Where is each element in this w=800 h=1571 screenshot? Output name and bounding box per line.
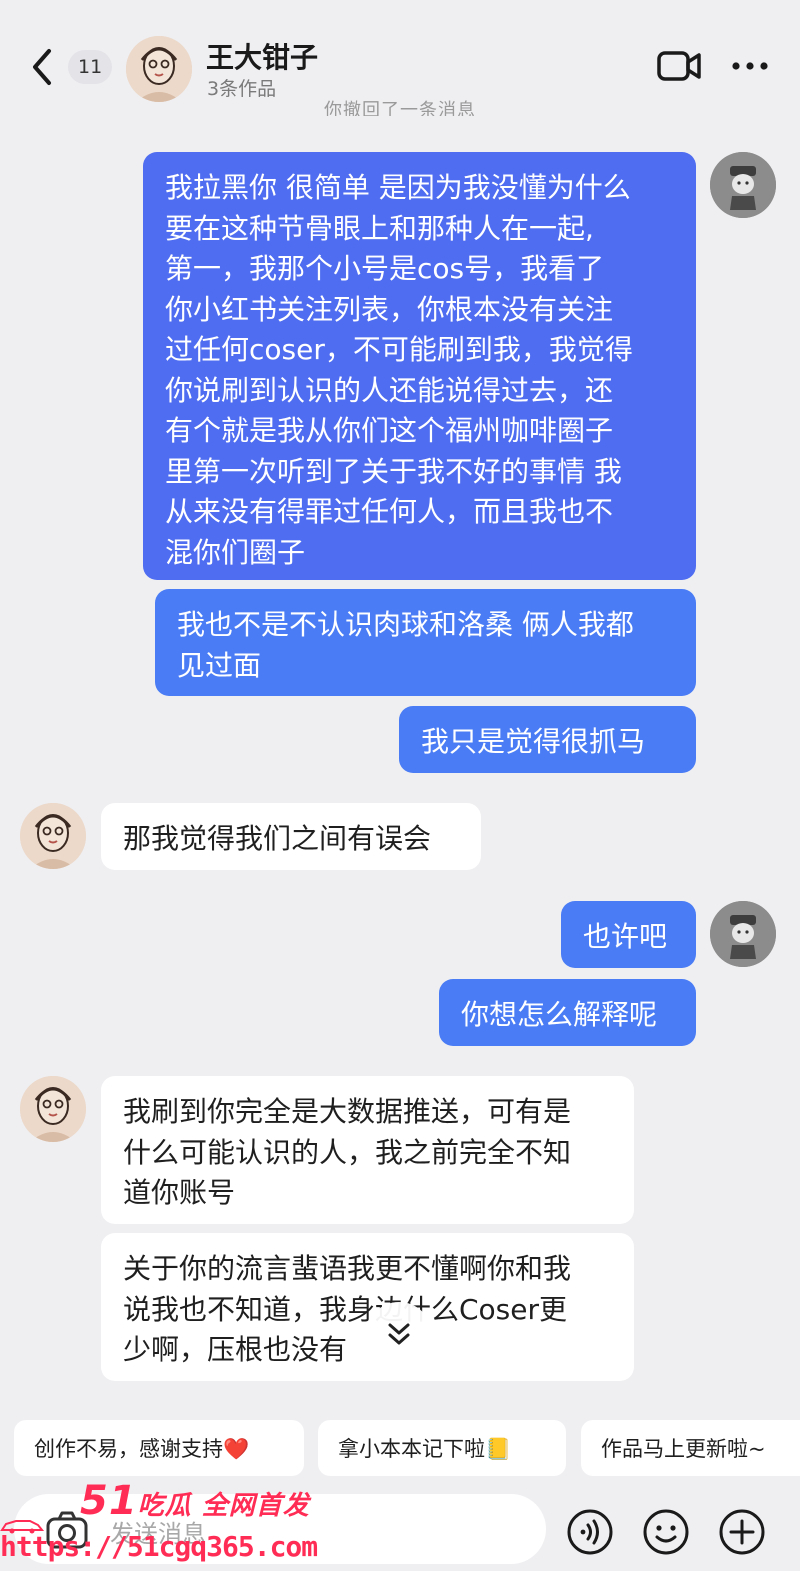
contact-avatar[interactable] [126,36,192,102]
chevron-left-icon [33,49,51,85]
my-avatar[interactable] [710,901,776,967]
contact-name: 王大钳子 [206,41,319,74]
message-text-line: 第一，我那个小号是cos号，我看了 [165,252,605,285]
scroll-to-latest-button[interactable] [366,1302,432,1368]
contact-message-avatar[interactable] [20,1076,86,1142]
smiley-face-icon [643,1509,689,1555]
message-text-line: 混你们圈子 [165,535,306,569]
message-text-line: 我刷到你完全是大数据推送，可有是 [123,1095,572,1128]
message-bubble-sent[interactable]: 也许吧 [561,901,696,968]
add-more-button[interactable] [718,1508,766,1556]
message-bubble-received[interactable]: 我刷到你完全是大数据推送，可有是 什么可能认识的人，我之前完全不知 道你账号 [101,1076,634,1224]
message-text-line: 关于你的流言蜚语我更不懂啊你和我 [123,1252,572,1285]
message-text-line: 我只是觉得很抓马 [421,725,646,758]
watermark-brand-number: 51 [80,1478,138,1524]
message-text-line: 道你账号 [123,1176,236,1209]
message-text-line: 从来没有得罪过任何人，而且我也不 [165,495,614,528]
message-text-line: 你说刷到认识的人还能说得过去，还 [165,373,614,407]
message-bubble-sent[interactable]: 我拉黑你 很简单 是因为我没懂为什么 要在这种节骨眼上和那种人在一起, 第一，我… [143,152,696,580]
message-text-line: 那我觉得我们之间有误会 [123,822,432,855]
quick-reply-chip[interactable]: 作品马上更新啦~ [581,1420,800,1476]
video-call-button[interactable] [656,48,702,84]
message-text-line: 过任何coser，不可能刷到我，我觉得 [165,333,633,366]
message-text-line: 你小红书关注列表，你根本没有关注 [165,292,614,326]
watermark-brand: 51吃瓜 全网首发 [80,1478,310,1524]
message-text-line: 有个就是我从你们这个福州咖啡圈子 [165,414,614,447]
illustrated-face-avatar-icon [20,1076,86,1142]
chat-header: 11 王大钳子 3条作品 [0,0,800,108]
chibi-character-icon [710,901,776,967]
unread-count-badge: 11 [68,50,113,84]
message-text-line: 你想怎么解释呢 [461,998,658,1031]
system-notice: 你撤回了一条消息 [324,100,476,116]
my-avatar[interactable] [710,152,776,218]
message-text-line: 我也不是不认识肉球和洛桑 俩人我都 [177,608,634,641]
back-button[interactable] [22,44,62,90]
message-bubble-received[interactable]: 关于你的流言蜚语我更不懂啊你和我 说我也不知道，我身边什么Coser更 少啊，压… [101,1233,634,1381]
quick-reply-chip[interactable]: 拿小本本记下啦📒 [318,1420,566,1476]
message-text-line: 里第一次听到了关于我不好的事情 我 [165,454,622,488]
emoji-button[interactable] [642,1508,690,1556]
quick-reply-chip[interactable]: 创作不易，感谢支持❤️ [14,1420,304,1476]
voice-input-button[interactable] [566,1508,614,1556]
illustrated-face-avatar-icon [20,803,86,869]
video-camera-icon [657,51,701,81]
message-bubble-received[interactable]: 那我觉得我们之间有误会 [101,803,481,870]
message-bubble-sent[interactable]: 我只是觉得很抓马 [399,706,696,773]
more-dots-icon [732,62,768,70]
watermark-url: https://51cgq365.com [0,1530,318,1563]
message-text-line: 见过面 [177,648,262,682]
message-text-line: 我拉黑你 很简单 是因为我没懂为什么 [165,171,631,204]
more-options-button[interactable] [730,52,770,80]
message-text-line: 也许吧 [583,920,668,953]
plus-circle-icon [719,1509,765,1555]
message-text-line: 什么可能认识的人，我之前完全不知 [123,1135,572,1169]
watermark-brand-text: 吃瓜 全网首发 [137,1491,310,1521]
message-bubble-sent[interactable]: 你想怎么解释呢 [439,979,696,1046]
double-chevron-down-icon [388,1323,410,1345]
message-text-line: 要在这种节骨眼上和那种人在一起, [165,211,594,245]
contact-message-avatar[interactable] [20,803,86,869]
message-bubble-sent[interactable]: 我也不是不认识肉球和洛桑 俩人我都 见过面 [155,589,696,696]
chibi-character-icon [710,152,776,218]
voice-wave-icon [567,1509,613,1555]
illustrated-face-avatar-icon [126,36,192,102]
